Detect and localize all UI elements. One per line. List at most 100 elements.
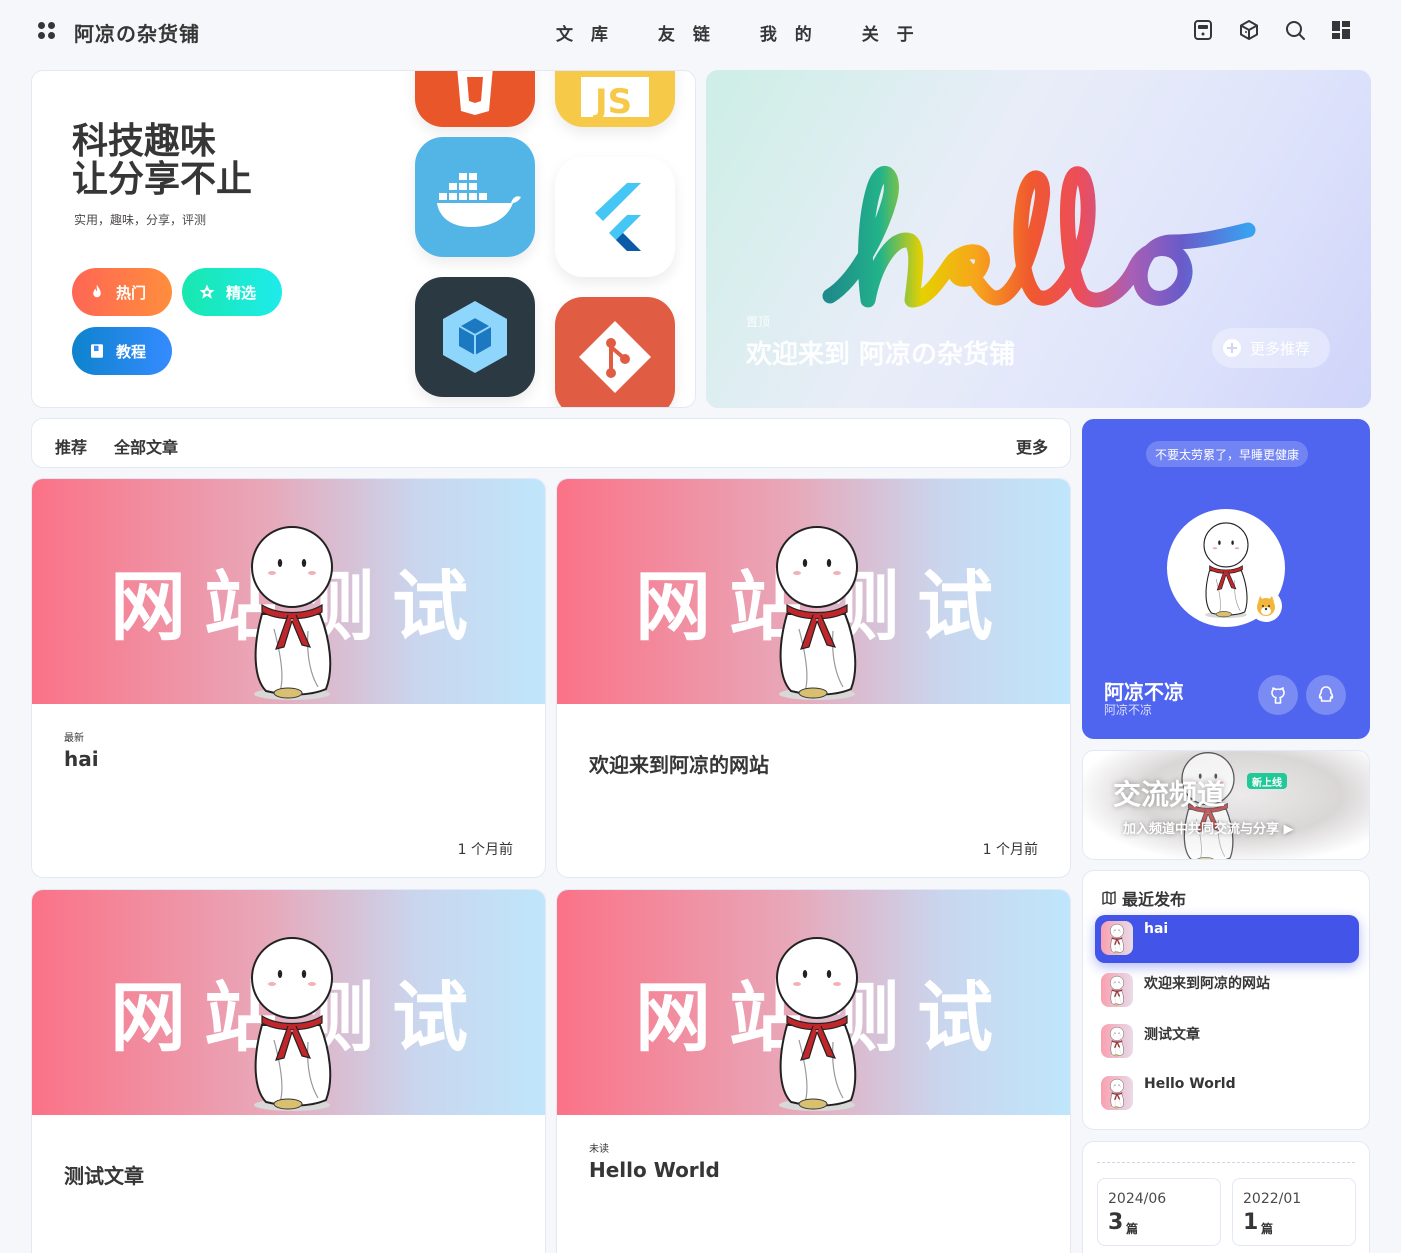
map-icon [1102,891,1116,905]
post-title: 欢迎来到阿凉的网站 [589,753,769,777]
recent-thumb [1101,1024,1133,1058]
selected-button[interactable]: 精选 [182,268,282,316]
archive-unit: 篇 [1126,1222,1139,1236]
recent-heading-label: 最近发布 [1122,890,1187,909]
mascot-image [776,937,858,1111]
archive-date: 2024/06 [1108,1191,1167,1207]
recent-thumb [1101,973,1133,1007]
archive-date: 2022/01 [1243,1191,1302,1207]
channel-new-badge: 新上线 [1247,773,1287,789]
archive-month[interactable]: 2024/06 3 篇 [1097,1178,1221,1246]
post-title: Hello World [589,1158,720,1182]
main-nav: 文 库 友 链 我 的 关 于 [556,20,920,45]
hero-banner[interactable]: 置顶 欢迎来到 阿凉の杂货铺 更多推荐 [706,70,1371,408]
javascript-tile: JS [555,71,675,127]
recent-item-title: hai [1144,921,1169,937]
mascot-image [251,526,333,700]
post-time: 1 个月前 [982,842,1038,858]
webpack-icon [443,301,507,373]
random-post-icon[interactable] [1237,18,1261,42]
post-card[interactable]: 网站测试 最新 hai 1 个月前 [31,478,546,878]
hero-subtitle: 实用，趣味，分享，评测 [74,213,207,227]
hot-label: 热门 [116,283,147,302]
category-bar: 推荐 全部文章 更多 [31,418,1071,468]
hero-title: 科技趣味 让分享不止 [72,121,253,200]
category-recommend[interactable]: 推荐 [55,434,87,458]
webpack-tile [415,277,535,397]
recent-item[interactable]: Hello World [1095,1070,1359,1118]
nav-friends[interactable]: 友 链 [658,20,716,45]
archive-count: 1 [1243,1210,1259,1235]
mascot-image [251,937,333,1111]
banner-caption: 欢迎来到 阿凉の杂货铺 [746,340,1016,370]
fire-icon [93,284,101,298]
html5-tile [415,71,535,127]
archive-card: 2024/06 3 篇 2022/01 1 篇 [1082,1141,1370,1253]
flutter-tile [555,157,675,277]
post-cover: 网站测试 [557,890,1070,1115]
category-all-posts[interactable]: 全部文章 [114,434,178,458]
recent-item[interactable]: 欢迎来到阿凉的网站 [1095,967,1359,1015]
channel-banner[interactable]: 交流频道 新上线 加入频道中共同交流与分享 ▶ [1082,750,1370,860]
book-icon [91,344,103,358]
dashboard-icon[interactable] [1329,18,1353,42]
post-tag: 未读 [589,1144,609,1155]
hot-button[interactable]: 热门 [72,268,172,316]
category-more[interactable]: 更多 [1016,434,1048,458]
channel-subtitle: 加入频道中共同交流与分享 ▶ [1123,822,1294,837]
tutorial-label: 教程 [116,342,147,361]
nav-library[interactable]: 文 库 [556,20,614,45]
author-tip: 不要太劳累了，早睡更健康 [1146,441,1309,467]
recent-item-title: 测试文章 [1144,1027,1200,1043]
more-recommend-button[interactable]: 更多推荐 [1212,328,1330,368]
recent-item-title: Hello World [1144,1076,1236,1092]
nav-about[interactable]: 关 于 [862,20,920,45]
top-header: 阿凉の杂货铺 文 库 友 链 我 的 关 于 [0,0,1401,62]
recent-posts-card: 最近发布 hai 欢迎来到阿凉的网站 测试文章 Hello World [1082,870,1370,1130]
git-icon [579,321,651,393]
banner-tag: 置顶 [746,315,771,329]
site-title[interactable]: 阿凉の杂货铺 [74,18,200,47]
post-card[interactable]: 网站测试 欢迎来到阿凉的网站 1 个月前 [556,478,1071,878]
github-button[interactable] [1258,675,1298,715]
plus-circle-icon [1223,339,1241,357]
archive-month[interactable]: 2022/01 1 篇 [1232,1178,1356,1246]
qq-icon [1318,686,1334,702]
archive-divider [1097,1162,1355,1163]
github-icon [1271,687,1285,704]
qq-button[interactable] [1306,675,1346,715]
post-title: 测试文章 [64,1164,144,1188]
star-icon [199,284,215,299]
post-card[interactable]: 网站测试 测试文章 [31,889,546,1253]
archive-unit: 篇 [1261,1222,1274,1236]
git-tile [555,297,675,407]
author-description: 阿凉不凉 [1104,703,1153,717]
recent-item[interactable]: hai [1095,915,1359,963]
post-tag: 最新 [64,733,84,744]
recent-item[interactable]: 测试文章 [1095,1018,1359,1066]
javascript-icon: JS [581,77,649,122]
archive-count: 3 [1108,1210,1124,1235]
post-title: hai [64,747,99,771]
flutter-icon [595,183,641,251]
channel-title: 交流频道 [1113,778,1226,811]
post-cover: 网站测试 [32,890,545,1115]
search-icon[interactable] [1283,18,1307,42]
post-cover: 网站测试 [557,479,1070,704]
post-card[interactable]: 网站测试 未读 Hello World [556,889,1071,1253]
nav-mine[interactable]: 我 的 [760,20,818,45]
svg-text:JS: JS [593,82,632,122]
recent-item-title: 欢迎来到阿凉的网站 [1144,976,1270,992]
music-player-icon[interactable] [1191,18,1215,42]
recent-thumb [1101,921,1133,955]
html5-icon [457,71,493,115]
header-icons [1191,18,1353,42]
logo-icon[interactable] [38,22,58,40]
recent-thumb [1101,1076,1133,1110]
author-card: 不要太劳累了，早睡更健康 阿凉不凉 阿凉不凉 [1082,419,1370,739]
post-time: 1 个月前 [457,842,513,858]
docker-icon [437,173,521,227]
doge-emoji-icon [1250,590,1282,622]
hero-intro-card: 科技趣味 让分享不止 实用，趣味，分享，评测 热门 精选 教程 JS [31,70,696,408]
tutorial-button[interactable]: 教程 [72,327,172,375]
